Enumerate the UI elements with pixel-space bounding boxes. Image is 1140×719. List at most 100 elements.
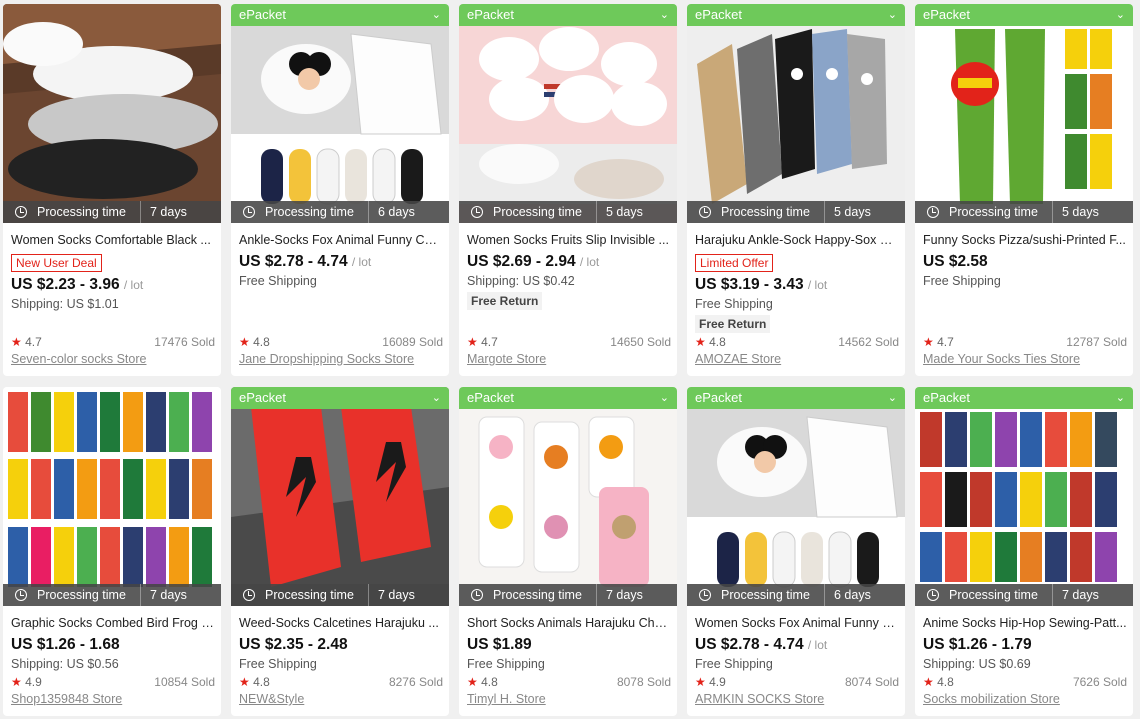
chevron-down-icon: ⌄ xyxy=(887,9,897,21)
sold-count: 14650 Sold xyxy=(610,335,671,349)
rating: ★ 4.8 xyxy=(467,675,498,689)
product-image[interactable] xyxy=(231,387,449,606)
product-title[interactable]: Harajuku Ankle-Sock Happy-Sox C... xyxy=(695,231,899,249)
epacket-badge[interactable]: ePacket ⌄ xyxy=(459,387,677,409)
chevron-down-icon: ⌄ xyxy=(659,392,669,404)
product-card[interactable]: ePacket ⌄ Processing time 7 days Anime So… xyxy=(915,387,1133,716)
product-price: US $1.26 - 1.79 xyxy=(923,636,1032,653)
store-link[interactable]: Margote Store xyxy=(467,352,546,366)
product-title[interactable]: Ankle-Socks Fox Animal Funny Cat ... xyxy=(239,231,443,249)
processing-time-bar: Processing time 5 days xyxy=(915,201,1133,223)
rating: ★ 4.7 xyxy=(467,335,498,349)
product-image[interactable] xyxy=(915,4,1133,223)
processing-days: 6 days xyxy=(378,205,415,219)
chevron-down-icon: ⌄ xyxy=(431,392,441,404)
product-image[interactable] xyxy=(687,4,905,223)
product-price: US $2.23 - 3.96 / lot xyxy=(11,276,144,293)
processing-time-bar: Processing time 7 days xyxy=(459,584,677,606)
star-icon: ★ xyxy=(923,675,934,689)
store-link[interactable]: Socks mobilization Store xyxy=(923,692,1060,706)
epacket-badge[interactable]: ePacket ⌄ xyxy=(915,4,1133,26)
product-price: US $1.26 - 1.68 xyxy=(11,636,120,653)
sold-count: 8078 Sold xyxy=(616,675,671,689)
sold-count: 8276 Sold xyxy=(388,675,443,689)
product-price: US $1.89 xyxy=(467,636,532,653)
processing-label: Processing time xyxy=(265,205,354,219)
processing-time-bar: Processing time 7 days xyxy=(231,584,449,606)
product-image[interactable] xyxy=(459,387,677,606)
product-card[interactable]: ePacket ⌄ Processing time 6 days Women So… xyxy=(687,387,905,716)
clock-icon xyxy=(243,589,255,601)
rating: ★ 4.9 xyxy=(11,675,42,689)
product-card[interactable]: ePacket ⌄ Processing time 5 days Women So… xyxy=(459,4,677,376)
promo-tag: New User Deal xyxy=(11,254,102,272)
clock-icon xyxy=(471,589,483,601)
store-link[interactable]: Shop1359848 Store xyxy=(11,692,122,706)
star-icon: ★ xyxy=(923,335,934,349)
epacket-badge[interactable]: ePacket ⌄ xyxy=(231,387,449,409)
product-image[interactable] xyxy=(231,4,449,223)
product-card[interactable]: ePacket ⌄ Processing time 7 days Weed-Soc… xyxy=(231,387,449,716)
store-link[interactable]: Timyl H. Store xyxy=(467,692,546,706)
epacket-badge[interactable]: ePacket ⌄ xyxy=(687,387,905,409)
product-title[interactable]: Short Socks Animals Harajuku Cha... xyxy=(467,614,671,632)
sold-count: 10854 Sold xyxy=(154,675,215,689)
epacket-badge[interactable]: ePacket ⌄ xyxy=(687,4,905,26)
sold-count: 7626 Sold xyxy=(1072,675,1127,689)
shipping-text: Free Shipping xyxy=(695,297,773,311)
product-price: US $2.78 - 4.74 / lot xyxy=(239,253,372,270)
product-card[interactable]: ePacket ⌄ Processing time 5 days Harajuku… xyxy=(687,4,905,376)
product-title[interactable]: Women Socks Fruits Slip Invisible ... xyxy=(467,231,671,249)
product-price: US $2.58 xyxy=(923,253,988,270)
processing-label: Processing time xyxy=(265,588,354,602)
product-title[interactable]: Anime Socks Hip-Hop Sewing-Patt... xyxy=(923,614,1127,632)
product-title[interactable]: Weed-Socks Calcetines Harajuku ... xyxy=(239,614,443,632)
processing-label: Processing time xyxy=(721,205,810,219)
product-title[interactable]: Women Socks Fox Animal Funny D... xyxy=(695,614,899,632)
product-card[interactable]: ePacket ⌄ Processing time 7 days Short So… xyxy=(459,387,677,716)
epacket-badge[interactable]: ePacket ⌄ xyxy=(231,4,449,26)
clock-icon xyxy=(927,206,939,218)
product-card[interactable]: Processing time 7 days Women Socks Comfo… xyxy=(3,4,221,376)
shipping-text: Free Shipping xyxy=(239,657,317,671)
product-image[interactable] xyxy=(687,387,905,606)
star-icon: ★ xyxy=(695,675,706,689)
rating: ★ 4.8 xyxy=(695,335,726,349)
product-title[interactable]: Funny Socks Pizza/sushi-Printed F... xyxy=(923,231,1127,249)
product-image[interactable] xyxy=(3,387,221,606)
processing-days: 6 days xyxy=(834,588,871,602)
shipping-text: Shipping: US $0.56 xyxy=(11,657,119,671)
product-price: US $2.35 - 2.48 xyxy=(239,636,348,653)
store-link[interactable]: Seven-color socks Store xyxy=(11,352,146,366)
product-price: US $2.78 - 4.74 / lot xyxy=(695,636,828,653)
rating: ★ 4.7 xyxy=(11,335,42,349)
store-link[interactable]: AMOZAE Store xyxy=(695,352,781,366)
product-card[interactable]: Processing time 7 days Graphic Socks Com… xyxy=(3,387,221,716)
product-image[interactable] xyxy=(3,4,221,223)
star-icon: ★ xyxy=(11,675,22,689)
store-link[interactable]: NEW&Style xyxy=(239,692,304,706)
chevron-down-icon: ⌄ xyxy=(659,9,669,21)
epacket-badge[interactable]: ePacket ⌄ xyxy=(459,4,677,26)
product-image[interactable] xyxy=(915,387,1133,606)
product-image[interactable] xyxy=(459,4,677,223)
star-icon: ★ xyxy=(467,675,478,689)
shipping-text: Free Shipping xyxy=(467,657,545,671)
processing-days: 7 days xyxy=(378,588,415,602)
shipping-text: Free Shipping xyxy=(923,274,1001,288)
product-card[interactable]: ePacket ⌄ Processing time 5 days Funny So… xyxy=(915,4,1133,376)
processing-label: Processing time xyxy=(949,205,1038,219)
product-card[interactable]: ePacket ⌄ Processing time 6 days Ankle-So… xyxy=(231,4,449,376)
store-link[interactable]: ARMKIN SOCKS Store xyxy=(695,692,824,706)
sold-count: 12787 Sold xyxy=(1066,335,1127,349)
product-title[interactable]: Graphic Socks Combed Bird Frog C... xyxy=(11,614,215,632)
product-price: US $2.69 - 2.94 / lot xyxy=(467,253,600,270)
store-link[interactable]: Made Your Socks Ties Store xyxy=(923,352,1080,366)
epacket-badge[interactable]: ePacket ⌄ xyxy=(915,387,1133,409)
clock-icon xyxy=(699,589,711,601)
clock-icon xyxy=(471,206,483,218)
product-title[interactable]: Women Socks Comfortable Black ... xyxy=(11,231,215,249)
star-icon: ★ xyxy=(239,675,250,689)
store-link[interactable]: Jane Dropshipping Socks Store xyxy=(239,352,414,366)
promo-tag: Limited Offer xyxy=(695,254,774,272)
